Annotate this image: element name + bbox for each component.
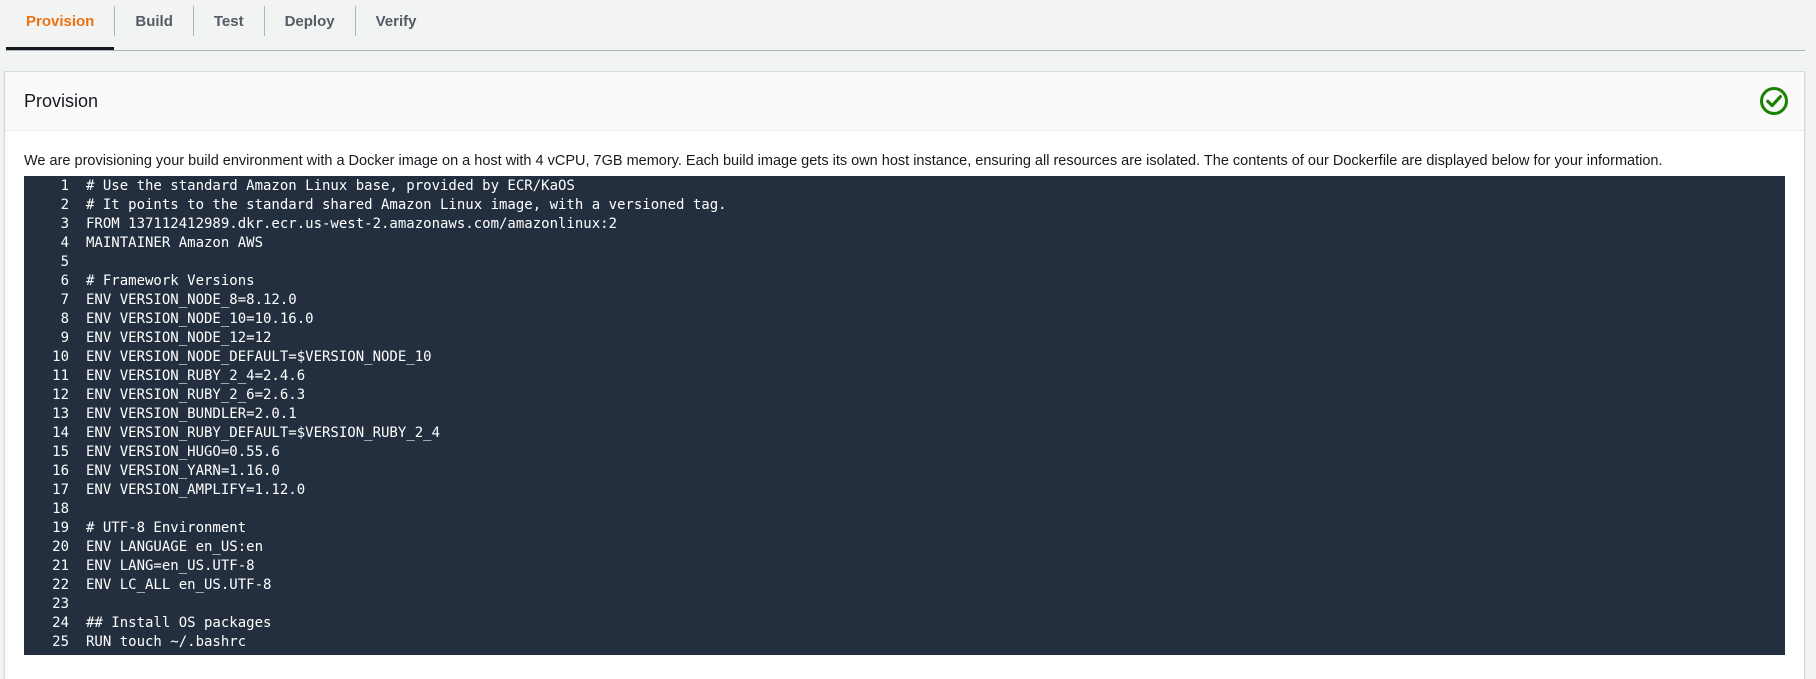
line-number: 5 — [60, 254, 69, 270]
line-number: 17 — [52, 482, 69, 498]
code-line: 17 ENV VERSION_AMPLIFY=1.12.0 — [24, 481, 1785, 500]
tab-verify[interactable]: Verify — [356, 0, 437, 42]
line-number: 4 — [60, 235, 69, 251]
line-number: 8 — [60, 311, 69, 327]
tab-deploy[interactable]: Deploy — [265, 0, 355, 42]
code-line: 4 MAINTAINER Amazon AWS — [24, 234, 1785, 253]
line-text: ENV VERSION_HUGO=0.55.6 — [86, 444, 280, 460]
line-number: 1 — [60, 178, 69, 194]
dockerfile-code-block: 1 # Use the standard Amazon Linux base, p… — [24, 176, 1785, 655]
code-line: 25 RUN touch ~/.bashrc — [24, 633, 1785, 652]
line-number: 21 — [52, 558, 69, 574]
code-line: 21 ENV LANG=en_US.UTF-8 — [24, 557, 1785, 576]
code-line: 12 ENV VERSION_RUBY_2_6=2.6.3 — [24, 386, 1785, 405]
line-number: 18 — [52, 501, 69, 517]
line-text: ENV VERSION_RUBY_2_4=2.4.6 — [86, 368, 306, 384]
code-line: 19 # UTF-8 Environment — [24, 519, 1785, 538]
line-text: # Framework Versions — [86, 273, 255, 289]
tab-test[interactable]: Test — [194, 0, 264, 42]
line-text: ENV VERSION_AMPLIFY=1.12.0 — [86, 482, 306, 498]
line-number: 24 — [52, 615, 69, 631]
step-tabs: Provision Build Test Deploy Verify — [6, 0, 1805, 51]
line-text: ENV LANGUAGE en_US:en — [86, 539, 264, 555]
line-text: ENV VERSION_YARN=1.16.0 — [86, 463, 280, 479]
code-line: 14 ENV VERSION_RUBY_DEFAULT=$VERSION_RUBY… — [24, 424, 1785, 443]
panel-header: Provision — [5, 72, 1804, 131]
code-line: 1 # Use the standard Amazon Linux base, p… — [24, 177, 1785, 196]
code-line: 13 ENV VERSION_BUNDLER=2.0.1 — [24, 405, 1785, 424]
code-line: 16 ENV VERSION_YARN=1.16.0 — [24, 462, 1785, 481]
line-number: 14 — [52, 425, 69, 441]
line-text: ## Install OS packages — [86, 615, 272, 631]
tab-label: Deploy — [284, 12, 335, 30]
tab-label: Verify — [375, 12, 417, 30]
line-text: ENV VERSION_NODE_12=12 — [86, 330, 272, 346]
code-line: 20 ENV LANGUAGE en_US:en — [24, 538, 1785, 557]
code-line: 11 ENV VERSION_RUBY_2_4=2.4.6 — [24, 367, 1785, 386]
provision-panel: Provision We are provisioning your build… — [4, 71, 1805, 679]
line-number: 11 — [52, 368, 69, 384]
line-number: 16 — [52, 463, 69, 479]
line-text: ENV VERSION_NODE_DEFAULT=$VERSION_NODE_1… — [86, 349, 432, 365]
line-number: 12 — [52, 387, 69, 403]
code-line: 23 — [24, 595, 1785, 614]
code-line: 2 # It points to the standard shared Amaz… — [24, 196, 1785, 215]
line-text: # Use the standard Amazon Linux base, pr… — [86, 178, 575, 194]
line-number: 20 — [52, 539, 69, 555]
code-line: 7 ENV VERSION_NODE_8=8.12.0 — [24, 291, 1785, 310]
check-circle-icon — [1760, 87, 1788, 115]
code-line: 9 ENV VERSION_NODE_12=12 — [24, 329, 1785, 348]
line-text: ENV VERSION_BUNDLER=2.0.1 — [86, 406, 297, 422]
line-text: ENV VERSION_NODE_10=10.16.0 — [86, 311, 314, 327]
code-line: 22 ENV LC_ALL en_US.UTF-8 — [24, 576, 1785, 595]
line-number: 23 — [52, 596, 69, 612]
page: Provision Build Test Deploy Verify Provi… — [0, 0, 1816, 679]
code-line: 6 # Framework Versions — [24, 272, 1785, 291]
panel-title: Provision — [24, 90, 99, 111]
line-text: MAINTAINER Amazon AWS — [86, 235, 264, 251]
line-number: 15 — [52, 444, 69, 460]
line-number: 10 — [52, 349, 69, 365]
line-text: ENV VERSION_RUBY_2_6=2.6.3 — [86, 387, 306, 403]
code-line: 24 ## Install OS packages — [24, 614, 1785, 633]
tab-label: Build — [135, 12, 173, 30]
tab-provision[interactable]: Provision — [6, 0, 115, 50]
line-number: 13 — [52, 406, 69, 422]
line-text: ENV VERSION_RUBY_DEFAULT=$VERSION_RUBY_2… — [86, 425, 441, 441]
line-number: 22 — [52, 577, 69, 593]
code-line: 10 ENV VERSION_NODE_DEFAULT=$VERSION_NODE… — [24, 348, 1785, 367]
line-text: # It points to the standard shared Amazo… — [86, 197, 727, 213]
line-text: ENV LANG=en_US.UTF-8 — [86, 558, 255, 574]
line-text: ENV LC_ALL en_US.UTF-8 — [86, 577, 272, 593]
code-line: 5 — [24, 253, 1785, 272]
line-text: FROM 137112412989.dkr.ecr.us-west-2.amaz… — [86, 216, 618, 232]
tab-label: Test — [213, 12, 244, 30]
code-line: 8 ENV VERSION_NODE_10=10.16.0 — [24, 310, 1785, 329]
line-number: 3 — [60, 216, 69, 232]
line-text: # UTF-8 Environment — [86, 520, 247, 536]
provision-description: We are provisioning your build environme… — [24, 153, 1663, 169]
line-number: 7 — [60, 292, 69, 308]
line-number: 9 — [60, 330, 69, 346]
tab-label: Provision — [26, 12, 95, 30]
code-line: 3 FROM 137112412989.dkr.ecr.us-west-2.ama… — [24, 215, 1785, 234]
line-number: 6 — [60, 273, 69, 289]
line-number: 19 — [52, 520, 69, 536]
line-text: ENV VERSION_NODE_8=8.12.0 — [86, 292, 297, 308]
line-number: 2 — [60, 197, 69, 213]
code-line: 15 ENV VERSION_HUGO=0.55.6 — [24, 443, 1785, 462]
code-line: 18 — [24, 500, 1785, 519]
line-number: 25 — [52, 634, 69, 650]
line-text: RUN touch ~/.bashrc — [86, 634, 247, 650]
tab-build[interactable]: Build — [115, 0, 193, 42]
